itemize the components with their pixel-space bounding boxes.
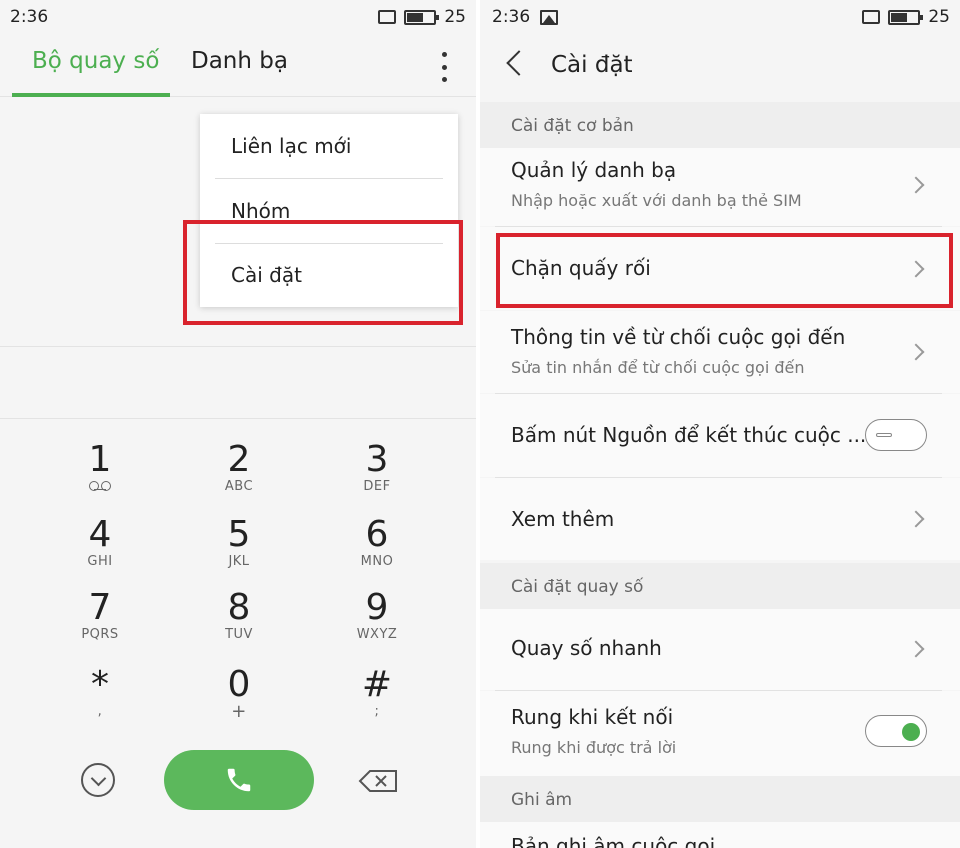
settings-item-vibrate-on-connect[interactable]: Rung khi kết nối Rung khi được trả lời bbox=[480, 691, 960, 776]
tab-bar: Bộ quay số Danh bạ bbox=[0, 34, 476, 97]
settings-item-call-recording[interactable]: Bản ghi âm cuộc gọi bbox=[480, 822, 960, 848]
key-0[interactable]: 0 + bbox=[179, 665, 299, 721]
key-8[interactable]: 8 TUV bbox=[179, 588, 299, 642]
key-3[interactable]: 3 DEF bbox=[317, 440, 437, 494]
backspace-icon[interactable] bbox=[358, 769, 398, 793]
tab-contacts[interactable]: Danh bạ bbox=[191, 48, 288, 74]
key-4[interactable]: 4 GHI bbox=[40, 515, 160, 569]
status-bar: 2:36 25 bbox=[480, 0, 960, 34]
dialer-actions bbox=[0, 748, 476, 812]
sim-icon bbox=[862, 10, 881, 24]
settings-item-more[interactable]: Xem thêm bbox=[480, 478, 960, 560]
key-6[interactable]: 6 MNO bbox=[317, 515, 437, 569]
status-time: 2:36 bbox=[492, 7, 531, 27]
voicemail-icon bbox=[89, 481, 111, 491]
menu-divider bbox=[215, 178, 443, 179]
key-hash[interactable]: # ; bbox=[317, 665, 437, 719]
power-end-call-toggle[interactable] bbox=[865, 419, 927, 451]
tab-indicator bbox=[12, 93, 170, 97]
call-button[interactable] bbox=[164, 750, 314, 810]
settings-item-reject-message[interactable]: Thông tin về từ chối cuộc gọi đến Sửa ti… bbox=[480, 311, 960, 393]
phone-icon bbox=[227, 768, 251, 792]
chevron-right-icon bbox=[907, 176, 925, 194]
page-title: Cài đặt bbox=[551, 52, 633, 78]
section-recording: Ghi âm bbox=[480, 776, 960, 822]
section-dial: Cài đặt quay số bbox=[480, 563, 960, 609]
battery-level: 25 bbox=[444, 7, 466, 27]
key-7[interactable]: 7 PQRS bbox=[40, 588, 160, 642]
image-notification-icon bbox=[540, 9, 559, 25]
settings-screen: 2:36 25 Cài đặt Cài đặt cơ bản Quản lý d… bbox=[480, 0, 960, 848]
battery-icon bbox=[404, 9, 440, 25]
key-2[interactable]: 2 ABC bbox=[179, 440, 299, 494]
settings-header: Cài đặt bbox=[480, 34, 960, 96]
divider bbox=[0, 346, 476, 347]
section-basic: Cài đặt cơ bản bbox=[480, 102, 960, 148]
status-bar: 2:36 25 bbox=[0, 0, 476, 34]
more-options-icon[interactable] bbox=[432, 52, 456, 82]
settings-item-speed-dial[interactable]: Quay số nhanh bbox=[480, 609, 960, 690]
collapse-keypad-icon[interactable] bbox=[81, 763, 115, 797]
highlight-box bbox=[496, 233, 953, 308]
chevron-right-icon bbox=[907, 640, 925, 658]
divider bbox=[0, 418, 476, 419]
key-star[interactable]: * , bbox=[40, 665, 160, 719]
key-9[interactable]: 9 WXYZ bbox=[317, 588, 437, 642]
status-time: 2:36 bbox=[10, 7, 49, 27]
highlight-box bbox=[183, 220, 463, 325]
chevron-right-icon bbox=[907, 343, 925, 361]
battery-level: 25 bbox=[928, 7, 950, 27]
dialer-screen: 2:36 25 Bộ quay số Danh bạ Liên lạc mới … bbox=[0, 0, 476, 848]
settings-item-power-end-call[interactable]: Bấm nút Nguồn để kết thúc cuộc ... bbox=[480, 394, 960, 477]
menu-item-new-contact[interactable]: Liên lạc mới bbox=[231, 134, 351, 158]
battery-icon bbox=[888, 9, 924, 25]
settings-item-contacts-management[interactable]: Quản lý danh bạ Nhập hoặc xuất với danh … bbox=[480, 148, 960, 226]
key-5[interactable]: 5 JKL bbox=[179, 515, 299, 569]
tab-dialer[interactable]: Bộ quay số bbox=[32, 48, 159, 74]
vibrate-toggle[interactable] bbox=[865, 715, 927, 747]
key-1[interactable]: 1 bbox=[40, 440, 160, 494]
back-arrow-icon[interactable] bbox=[506, 50, 532, 76]
sim-icon bbox=[378, 10, 397, 24]
chevron-right-icon bbox=[907, 510, 925, 528]
